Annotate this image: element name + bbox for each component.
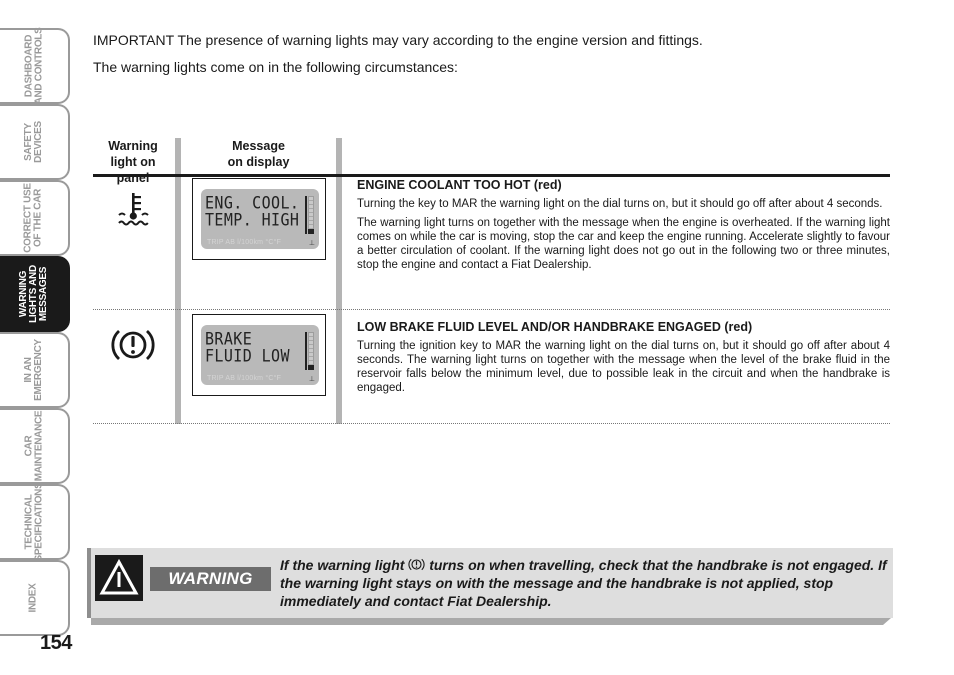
chapter-tab-warning-lights-and-messages[interactable]: WARNING LIGHTS AND MESSAGES [0, 256, 70, 332]
description-paragraph: Turning the key to MAR the warning light… [357, 198, 883, 210]
chapter-tab-safety-devices[interactable]: SAFETY DEVICES [0, 104, 70, 180]
header-message: Message on display [227, 139, 290, 169]
brake-warning-icon [111, 329, 155, 361]
lcd-temp-icon: ⊥ [308, 375, 315, 383]
description-title: ENGINE COOLANT TOO HOT (red) [357, 178, 562, 192]
chapter-tab-car-maintenance[interactable]: CAR MAINTENANCE [0, 408, 70, 484]
warning-label: WARNING [150, 567, 271, 591]
lcd-line-2: TEMP. HIGH [205, 210, 300, 230]
lcd-screen: BRAKE FLUID LOW TRIP AB l/100km °C°F ⊥ [201, 325, 319, 385]
lcd-footer: TRIP AB l/100km °C°F [207, 239, 282, 246]
row-divider [93, 423, 890, 424]
chapter-tab-index[interactable]: INDEX [0, 560, 70, 636]
lcd-gauge-track [305, 332, 307, 370]
lcd-footer: TRIP AB l/100km °C°F [207, 375, 282, 382]
warning-triangle-icon [95, 555, 143, 601]
lcd-temp-icon: ⊥ [308, 239, 315, 247]
chapter-tab-label: IN AN EMERGENCY [22, 339, 44, 401]
description-paragraph: Turning the ignition key to MAR the warn… [357, 340, 890, 394]
chapter-tab-label: CAR MAINTENANCE [23, 410, 44, 482]
chapter-tab-label: TECHNICAL SPECIFICATIONS [23, 482, 44, 562]
chapter-tab-label: CORRECT USE OF THE CAR [23, 183, 45, 253]
warning-box-shadow [91, 618, 891, 625]
warning-lights-table: Warning light on panel Message on displa… [93, 138, 890, 424]
column-divider [175, 138, 181, 424]
row-divider [93, 309, 890, 310]
description-brake: LOW BRAKE FLUID LEVEL AND/OR HANDBRAKE E… [357, 320, 890, 400]
chapter-tab-in-an-emergency[interactable]: IN AN EMERGENCY [0, 332, 70, 408]
table-row-icon [93, 325, 173, 365]
page-number: 154 [40, 632, 72, 654]
lead-text: The warning lights come on in the follow… [93, 59, 458, 75]
brake-warning-icon [408, 558, 425, 571]
description-paragraph: The warning light turns on together with… [357, 217, 890, 271]
display-message-coolant: ENG. COOL. TEMP. HIGH TRIP AB l/100km °C… [192, 178, 326, 260]
chapter-tab-dashboard-and-controls[interactable]: DASHBOARD AND CONTROLS [0, 28, 70, 104]
intro: IMPORTANT The presence of warning lights… [93, 31, 703, 85]
table-row-icon [93, 191, 173, 231]
chapter-tab-technical-specifications[interactable]: TECHNICAL SPECIFICATIONS [0, 482, 70, 562]
header-warning-light: Warning light on panel [108, 139, 158, 185]
description-title: LOW BRAKE FLUID LEVEL AND/OR HANDBRAKE E… [357, 320, 753, 334]
lcd-line-2: FLUID LOW [205, 346, 290, 366]
lcd-gauge-fill [308, 365, 314, 370]
header-rule [93, 174, 890, 177]
warning-text: If the warning light turns on when trave… [280, 557, 887, 609]
chapter-tab-correct-use-of-the-car[interactable]: CORRECT USE OF THE CAR [0, 180, 70, 256]
display-message-brake: BRAKE FLUID LOW TRIP AB l/100km °C°F ⊥ [192, 314, 326, 396]
chapter-tab-label: DASHBOARD AND CONTROLS [23, 27, 45, 105]
chapter-tab-label: SAFETY DEVICES [23, 121, 44, 163]
important-note: IMPORTANT The presence of warning lights… [93, 32, 703, 48]
column-divider [336, 138, 342, 424]
warning-box: WARNING If the warning light turns on wh… [87, 548, 893, 628]
lcd-screen: ENG. COOL. TEMP. HIGH TRIP AB l/100km °C… [201, 189, 319, 249]
chapter-tab-label: WARNING LIGHTS AND MESSAGES [18, 265, 49, 323]
lcd-gauge-track [305, 196, 307, 234]
lcd-gauge-fill [308, 229, 314, 234]
chapter-tab-label: INDEX [28, 583, 39, 613]
coolant-temperature-icon [118, 193, 149, 226]
description-coolant: ENGINE COOLANT TOO HOT (red) Turning the… [357, 178, 890, 277]
